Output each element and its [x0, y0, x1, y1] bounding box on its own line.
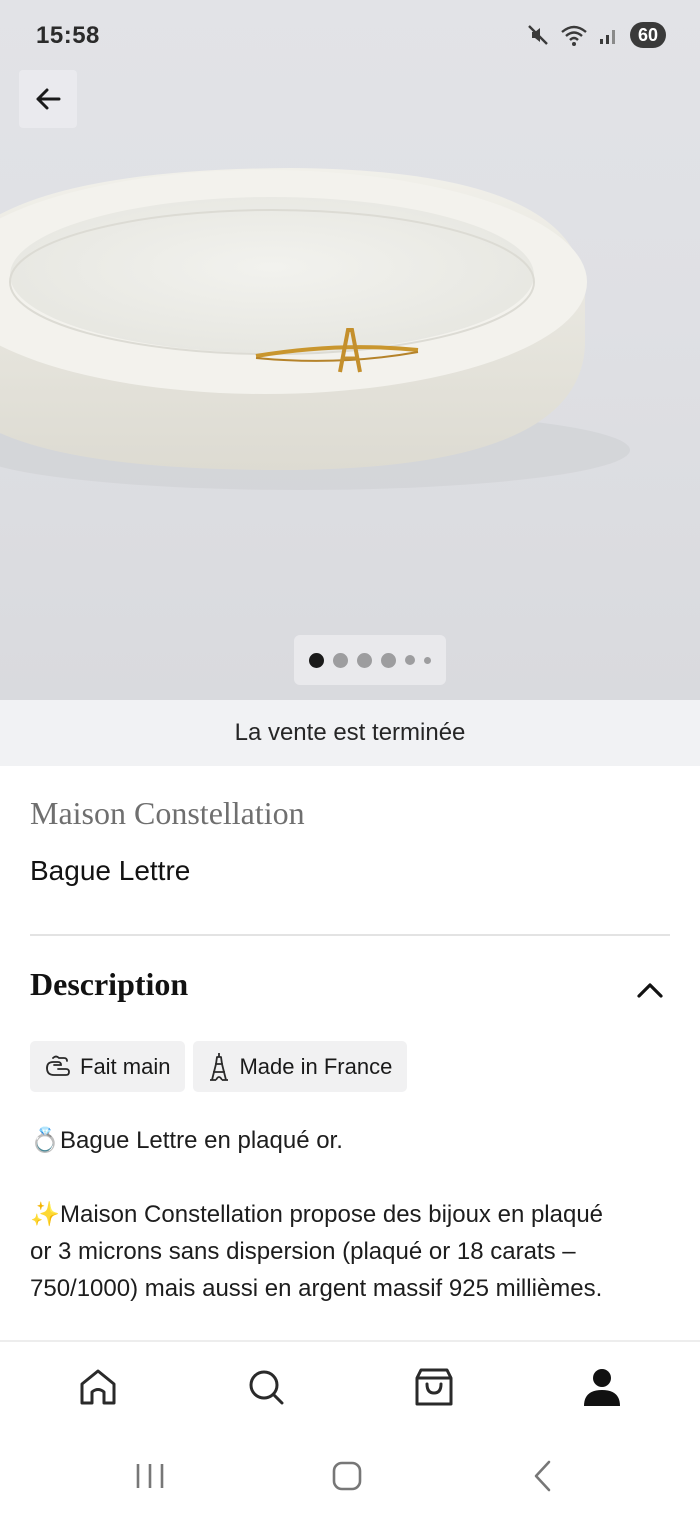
product-image[interactable]: 15:58 60: [0, 0, 700, 700]
description-text: 💍Bague Lettre en plaqué or. ✨Maison Cons…: [30, 1122, 630, 1344]
status-icons: 60: [526, 22, 666, 48]
gallery-dot[interactable]: [357, 652, 372, 668]
status-bar: 15:58 60: [0, 0, 700, 72]
status-time: 15:58: [36, 22, 100, 49]
system-nav-bar: [0, 1432, 700, 1518]
sparkles-emoji-icon: ✨: [30, 1201, 60, 1228]
chip-label: Made in France: [239, 1053, 393, 1079]
home-system-icon: [332, 1461, 362, 1491]
mute-icon: [528, 25, 548, 45]
ring-photo: [0, 168, 630, 490]
divider: [30, 934, 670, 936]
chip-label: Fait main: [80, 1053, 171, 1079]
chip-made-in-france: Made in France: [193, 1041, 408, 1092]
gallery-dot[interactable]: [424, 656, 431, 664]
paragraph-text: Maison Constellation propose des bijoux …: [30, 1201, 604, 1302]
profile-icon: [584, 1369, 620, 1406]
gallery-dot[interactable]: [309, 652, 324, 668]
bag-icon: [415, 1368, 453, 1406]
home-icon: [80, 1369, 116, 1405]
search-icon: [249, 1370, 284, 1405]
chevron-up-icon: [637, 983, 663, 998]
nav-cart[interactable]: [404, 1357, 464, 1417]
nav-profile[interactable]: [572, 1357, 632, 1417]
eiffel-tower-icon: [210, 1052, 229, 1081]
home-system-button[interactable]: [322, 1456, 372, 1496]
arrow-left-icon: [36, 88, 61, 110]
back-system-button[interactable]: [518, 1456, 568, 1496]
battery-icon: 60: [629, 22, 666, 48]
wifi-icon: [561, 25, 587, 46]
description-paragraph: 💍Bague Lettre en plaqué or.: [30, 1122, 630, 1159]
ring-emoji-icon: 💍: [30, 1127, 60, 1154]
recent-apps-icon: [136, 1464, 164, 1488]
nav-home[interactable]: [68, 1357, 128, 1417]
product-title: Bague Lettre: [30, 855, 191, 886]
gallery-dot[interactable]: [405, 655, 415, 665]
hands-icon: [46, 1055, 70, 1076]
gallery-dot[interactable]: [381, 652, 396, 668]
back-button[interactable]: [19, 70, 77, 128]
feature-chips: Fait main Made in France: [30, 1041, 408, 1092]
sale-ended-banner: La vente est terminée: [0, 700, 700, 766]
gallery-dot[interactable]: [333, 652, 348, 668]
description-collapse-button[interactable]: [630, 972, 670, 1008]
bottom-nav: [0, 1340, 700, 1432]
recent-apps-button[interactable]: [125, 1456, 175, 1496]
description-paragraph: ✨Maison Constellation propose des bijoux…: [30, 1196, 630, 1307]
description-heading[interactable]: Description: [30, 966, 188, 1003]
brand-name[interactable]: Maison Constellation: [30, 795, 305, 832]
chip-handmade: Fait main: [30, 1041, 186, 1092]
back-system-icon: [534, 1460, 551, 1492]
signal-icon: [599, 30, 615, 44]
paragraph-text: Bague Lettre en plaqué or.: [60, 1127, 343, 1154]
gallery-pagination[interactable]: [294, 635, 446, 685]
nav-search[interactable]: [236, 1357, 296, 1417]
